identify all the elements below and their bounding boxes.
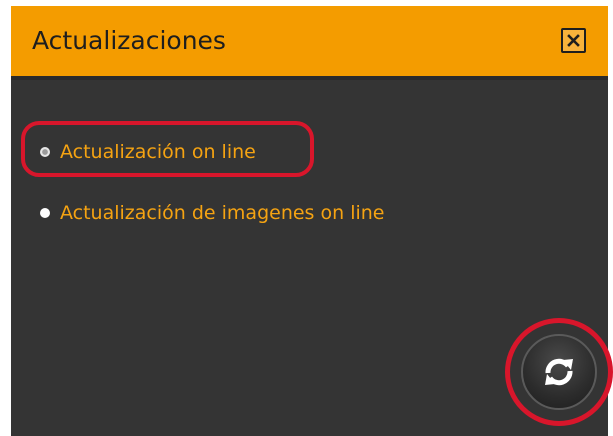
radio-online-image-update[interactable] [40, 208, 50, 218]
close-icon [567, 34, 580, 47]
dialog-title: Actualizaciones [32, 26, 226, 55]
option-online-image-update-label: Actualización de imagenes on line [60, 202, 385, 224]
title-bar: Actualizaciones [11, 6, 608, 76]
close-button[interactable] [561, 28, 586, 53]
refresh-icon [545, 358, 573, 386]
refresh-button[interactable] [521, 334, 597, 410]
title-separator [11, 76, 608, 80]
radio-online-update[interactable] [40, 147, 50, 157]
option-online-update-label: Actualización on line [60, 141, 256, 163]
